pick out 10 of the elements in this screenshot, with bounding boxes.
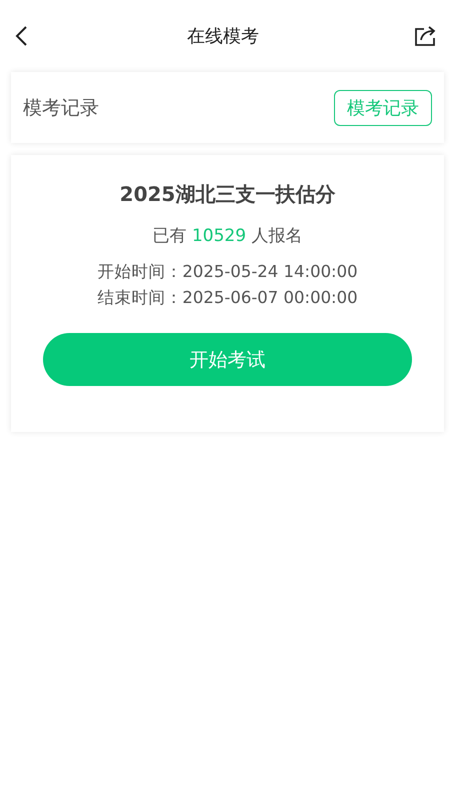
page-title: 在线模考 — [187, 25, 259, 48]
records-label: 模考记录 — [23, 96, 99, 120]
time-text: 结束时间：2025-06-07 00:00:00 — [97, 287, 358, 309]
time-text: 开始时间：2025-05-24 14:00:00 — [97, 261, 358, 283]
records-button[interactable]: 模考记录 — [334, 90, 432, 126]
exam-title: 2025湖北三支一扶估分 — [120, 181, 336, 208]
share-button[interactable] — [414, 25, 438, 47]
start-exam-button[interactable]: 开始考试 — [43, 333, 412, 386]
registration-count: 已有 10529 人报名 — [152, 225, 302, 247]
share-icon — [414, 25, 438, 47]
